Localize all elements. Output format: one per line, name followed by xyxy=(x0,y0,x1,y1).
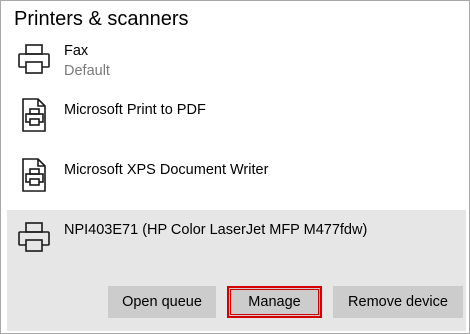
open-queue-button[interactable]: Open queue xyxy=(108,286,216,318)
printer-name: Microsoft XPS Document Writer xyxy=(64,162,269,178)
printer-name: NPI403E71 (HP Color LaserJet MFP M477fdw… xyxy=(64,222,368,238)
printer-default-status: Default xyxy=(64,63,110,79)
printer-item-print-to-pdf[interactable]: Microsoft Print to PDF xyxy=(1,91,469,151)
remove-device-button[interactable]: Remove device xyxy=(333,286,463,318)
printer-name: Fax xyxy=(64,43,89,59)
document-printer-icon xyxy=(17,157,51,193)
manage-button[interactable]: Manage xyxy=(227,286,322,318)
printer-name: Microsoft Print to PDF xyxy=(64,102,206,118)
printer-item-npi403e71-selected[interactable]: NPI403E71 (HP Color LaserJet MFP M477fdw… xyxy=(7,210,466,331)
printer-item-xps-writer[interactable]: Microsoft XPS Document Writer xyxy=(1,151,469,211)
printer-icon xyxy=(17,219,51,255)
printer-icon xyxy=(17,41,51,77)
printers-and-scanners-panel: Printers & scanners Fax Default Microsof… xyxy=(0,0,470,334)
document-printer-icon xyxy=(17,97,51,133)
section-title: Printers & scanners xyxy=(14,8,189,30)
printer-item-fax[interactable]: Fax Default xyxy=(1,37,469,87)
